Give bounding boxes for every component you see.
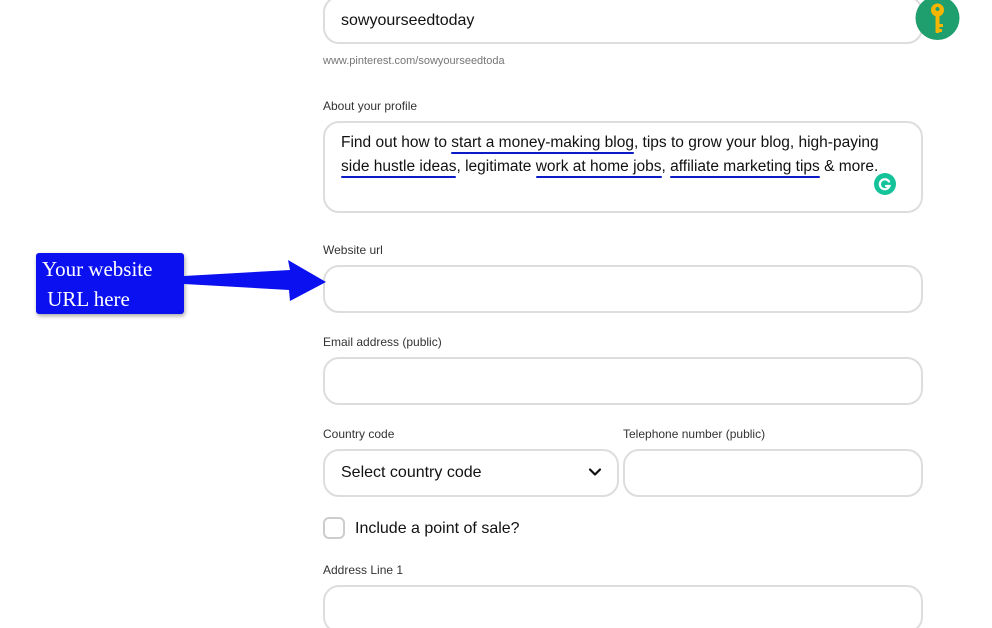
email-input[interactable] [341,372,901,390]
key-icon [915,0,960,40]
chevron-down-icon [588,468,602,476]
website-url-field[interactable] [323,265,923,313]
about-text-segment: & more. [819,158,879,175]
about-text: Find out how to start a money-making blo… [341,131,901,179]
about-label: About your profile [323,99,418,113]
grammarly-icon[interactable] [874,173,896,195]
website-url-input[interactable] [341,280,901,298]
address-line-1-field[interactable] [323,585,923,628]
point-of-sale-label[interactable]: Include a point of sale? [355,520,520,538]
username-field[interactable] [323,0,923,44]
country-code-select[interactable]: Select country code [323,449,619,497]
keyword-underline: start a money-making blog [451,134,634,151]
profile-url-helper: www.pinterest.com/sowyourseedtoda [323,55,505,67]
telephone-field[interactable] [623,449,923,497]
keyword-underline: work at home jobs [535,158,662,175]
keyword-underline: affiliate marketing tips [670,158,820,175]
key-extension-icon[interactable] [915,0,960,40]
annotation-arrow [184,260,326,301]
email-field[interactable] [323,357,923,405]
email-label: Email address (public) [323,335,442,349]
about-text-segment: , legitimate [456,158,536,175]
annotation-callout: Your website URL here [36,253,184,314]
country-code-label: Country code [323,427,395,441]
about-text-segment: Find out how to [341,134,452,151]
point-of-sale-checkbox[interactable] [323,517,345,539]
address-line-1-input[interactable] [341,600,901,618]
telephone-label: Telephone number (public) [623,427,766,441]
telephone-input[interactable] [641,464,901,482]
country-code-value: Select country code [341,464,482,481]
website-label: Website url [323,243,383,257]
keyword-underline: side hustle ideas [341,158,457,175]
about-text-segment: , [661,158,671,175]
username-input[interactable] [341,12,901,30]
address-line-1-label: Address Line 1 [323,563,404,577]
about-text-segment: , tips to grow your blog, high-paying [633,134,879,151]
